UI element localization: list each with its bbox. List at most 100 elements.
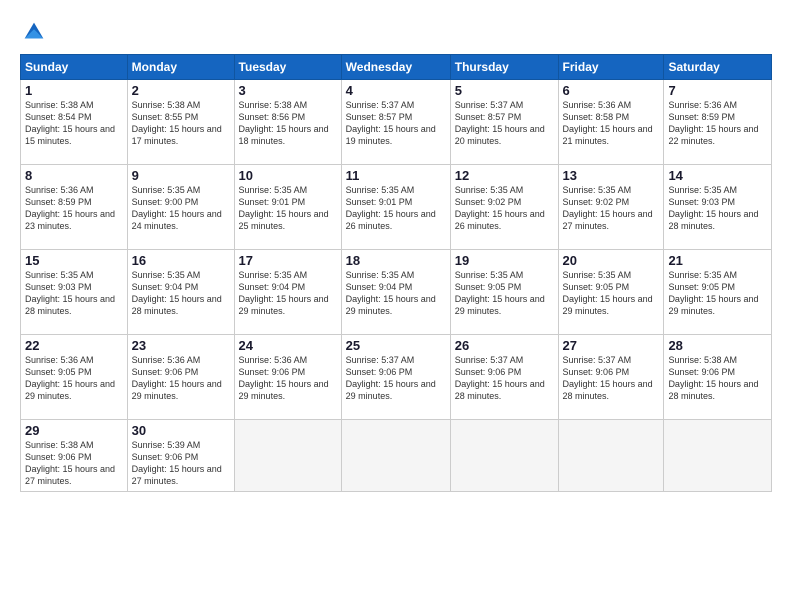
- calendar-cell: 1Sunrise: 5:38 AMSunset: 8:54 PMDaylight…: [21, 80, 128, 165]
- day-info: Sunrise: 5:37 AMSunset: 8:57 PMDaylight:…: [346, 99, 446, 148]
- calendar-cell: 11Sunrise: 5:35 AMSunset: 9:01 PMDayligh…: [341, 165, 450, 250]
- calendar-header-friday: Friday: [558, 55, 664, 80]
- calendar-cell: [341, 420, 450, 492]
- calendar-cell: 30Sunrise: 5:39 AMSunset: 9:06 PMDayligh…: [127, 420, 234, 492]
- day-number: 12: [455, 168, 554, 183]
- calendar-cell: [450, 420, 558, 492]
- calendar-header-tuesday: Tuesday: [234, 55, 341, 80]
- day-number: 8: [25, 168, 123, 183]
- day-number: 2: [132, 83, 230, 98]
- calendar-cell: 4Sunrise: 5:37 AMSunset: 8:57 PMDaylight…: [341, 80, 450, 165]
- calendar-cell: 8Sunrise: 5:36 AMSunset: 8:59 PMDaylight…: [21, 165, 128, 250]
- day-info: Sunrise: 5:35 AMSunset: 9:01 PMDaylight:…: [239, 184, 337, 233]
- day-info: Sunrise: 5:35 AMSunset: 9:05 PMDaylight:…: [668, 269, 767, 318]
- day-number: 11: [346, 168, 446, 183]
- day-info: Sunrise: 5:38 AMSunset: 8:55 PMDaylight:…: [132, 99, 230, 148]
- day-number: 10: [239, 168, 337, 183]
- day-number: 22: [25, 338, 123, 353]
- day-number: 24: [239, 338, 337, 353]
- day-info: Sunrise: 5:35 AMSunset: 9:01 PMDaylight:…: [346, 184, 446, 233]
- calendar-cell: 6Sunrise: 5:36 AMSunset: 8:58 PMDaylight…: [558, 80, 664, 165]
- day-info: Sunrise: 5:38 AMSunset: 9:06 PMDaylight:…: [668, 354, 767, 403]
- calendar-cell: 29Sunrise: 5:38 AMSunset: 9:06 PMDayligh…: [21, 420, 128, 492]
- calendar-cell: 9Sunrise: 5:35 AMSunset: 9:00 PMDaylight…: [127, 165, 234, 250]
- logo-icon: [20, 18, 48, 46]
- day-info: Sunrise: 5:38 AMSunset: 8:56 PMDaylight:…: [239, 99, 337, 148]
- day-number: 30: [132, 423, 230, 438]
- day-info: Sunrise: 5:37 AMSunset: 9:06 PMDaylight:…: [455, 354, 554, 403]
- day-number: 19: [455, 253, 554, 268]
- day-number: 28: [668, 338, 767, 353]
- calendar-week-row: 15Sunrise: 5:35 AMSunset: 9:03 PMDayligh…: [21, 250, 772, 335]
- day-number: 7: [668, 83, 767, 98]
- calendar-cell: 15Sunrise: 5:35 AMSunset: 9:03 PMDayligh…: [21, 250, 128, 335]
- calendar-cell: 3Sunrise: 5:38 AMSunset: 8:56 PMDaylight…: [234, 80, 341, 165]
- calendar-cell: 21Sunrise: 5:35 AMSunset: 9:05 PMDayligh…: [664, 250, 772, 335]
- day-info: Sunrise: 5:37 AMSunset: 9:06 PMDaylight:…: [346, 354, 446, 403]
- logo: [20, 18, 52, 46]
- calendar-cell: [664, 420, 772, 492]
- calendar-cell: 23Sunrise: 5:36 AMSunset: 9:06 PMDayligh…: [127, 335, 234, 420]
- day-number: 1: [25, 83, 123, 98]
- calendar-cell: 16Sunrise: 5:35 AMSunset: 9:04 PMDayligh…: [127, 250, 234, 335]
- calendar-cell: 17Sunrise: 5:35 AMSunset: 9:04 PMDayligh…: [234, 250, 341, 335]
- day-number: 29: [25, 423, 123, 438]
- day-info: Sunrise: 5:36 AMSunset: 9:06 PMDaylight:…: [132, 354, 230, 403]
- calendar-cell: 14Sunrise: 5:35 AMSunset: 9:03 PMDayligh…: [664, 165, 772, 250]
- day-number: 18: [346, 253, 446, 268]
- day-info: Sunrise: 5:39 AMSunset: 9:06 PMDaylight:…: [132, 439, 230, 488]
- day-info: Sunrise: 5:35 AMSunset: 9:00 PMDaylight:…: [132, 184, 230, 233]
- day-info: Sunrise: 5:36 AMSunset: 9:05 PMDaylight:…: [25, 354, 123, 403]
- calendar-cell: 19Sunrise: 5:35 AMSunset: 9:05 PMDayligh…: [450, 250, 558, 335]
- calendar-header-monday: Monday: [127, 55, 234, 80]
- calendar-cell: [558, 420, 664, 492]
- day-info: Sunrise: 5:36 AMSunset: 8:58 PMDaylight:…: [563, 99, 660, 148]
- calendar-cell: 20Sunrise: 5:35 AMSunset: 9:05 PMDayligh…: [558, 250, 664, 335]
- calendar-cell: 13Sunrise: 5:35 AMSunset: 9:02 PMDayligh…: [558, 165, 664, 250]
- day-info: Sunrise: 5:35 AMSunset: 9:05 PMDaylight:…: [563, 269, 660, 318]
- day-info: Sunrise: 5:35 AMSunset: 9:04 PMDaylight:…: [346, 269, 446, 318]
- calendar-header-thursday: Thursday: [450, 55, 558, 80]
- calendar-cell: 2Sunrise: 5:38 AMSunset: 8:55 PMDaylight…: [127, 80, 234, 165]
- day-number: 25: [346, 338, 446, 353]
- day-info: Sunrise: 5:35 AMSunset: 9:02 PMDaylight:…: [563, 184, 660, 233]
- day-info: Sunrise: 5:36 AMSunset: 8:59 PMDaylight:…: [668, 99, 767, 148]
- calendar-cell: 28Sunrise: 5:38 AMSunset: 9:06 PMDayligh…: [664, 335, 772, 420]
- calendar-table: SundayMondayTuesdayWednesdayThursdayFrid…: [20, 54, 772, 492]
- day-number: 9: [132, 168, 230, 183]
- day-info: Sunrise: 5:38 AMSunset: 8:54 PMDaylight:…: [25, 99, 123, 148]
- day-number: 6: [563, 83, 660, 98]
- calendar-week-row: 29Sunrise: 5:38 AMSunset: 9:06 PMDayligh…: [21, 420, 772, 492]
- calendar-header-row: SundayMondayTuesdayWednesdayThursdayFrid…: [21, 55, 772, 80]
- day-info: Sunrise: 5:35 AMSunset: 9:03 PMDaylight:…: [25, 269, 123, 318]
- calendar-cell: 18Sunrise: 5:35 AMSunset: 9:04 PMDayligh…: [341, 250, 450, 335]
- day-number: 13: [563, 168, 660, 183]
- calendar-cell: 27Sunrise: 5:37 AMSunset: 9:06 PMDayligh…: [558, 335, 664, 420]
- calendar-cell: [234, 420, 341, 492]
- day-info: Sunrise: 5:35 AMSunset: 9:05 PMDaylight:…: [455, 269, 554, 318]
- calendar-header-sunday: Sunday: [21, 55, 128, 80]
- calendar-cell: 5Sunrise: 5:37 AMSunset: 8:57 PMDaylight…: [450, 80, 558, 165]
- calendar-cell: 24Sunrise: 5:36 AMSunset: 9:06 PMDayligh…: [234, 335, 341, 420]
- day-number: 17: [239, 253, 337, 268]
- day-info: Sunrise: 5:38 AMSunset: 9:06 PMDaylight:…: [25, 439, 123, 488]
- day-number: 16: [132, 253, 230, 268]
- calendar-week-row: 22Sunrise: 5:36 AMSunset: 9:05 PMDayligh…: [21, 335, 772, 420]
- day-number: 20: [563, 253, 660, 268]
- day-number: 4: [346, 83, 446, 98]
- calendar-header-wednesday: Wednesday: [341, 55, 450, 80]
- day-number: 26: [455, 338, 554, 353]
- calendar-header-saturday: Saturday: [664, 55, 772, 80]
- calendar-cell: 26Sunrise: 5:37 AMSunset: 9:06 PMDayligh…: [450, 335, 558, 420]
- day-number: 21: [668, 253, 767, 268]
- page: SundayMondayTuesdayWednesdayThursdayFrid…: [0, 0, 792, 612]
- calendar-cell: 10Sunrise: 5:35 AMSunset: 9:01 PMDayligh…: [234, 165, 341, 250]
- day-number: 27: [563, 338, 660, 353]
- calendar-cell: 7Sunrise: 5:36 AMSunset: 8:59 PMDaylight…: [664, 80, 772, 165]
- calendar-week-row: 1Sunrise: 5:38 AMSunset: 8:54 PMDaylight…: [21, 80, 772, 165]
- calendar-cell: 25Sunrise: 5:37 AMSunset: 9:06 PMDayligh…: [341, 335, 450, 420]
- day-info: Sunrise: 5:37 AMSunset: 8:57 PMDaylight:…: [455, 99, 554, 148]
- day-info: Sunrise: 5:35 AMSunset: 9:04 PMDaylight:…: [132, 269, 230, 318]
- day-info: Sunrise: 5:36 AMSunset: 9:06 PMDaylight:…: [239, 354, 337, 403]
- calendar-cell: 12Sunrise: 5:35 AMSunset: 9:02 PMDayligh…: [450, 165, 558, 250]
